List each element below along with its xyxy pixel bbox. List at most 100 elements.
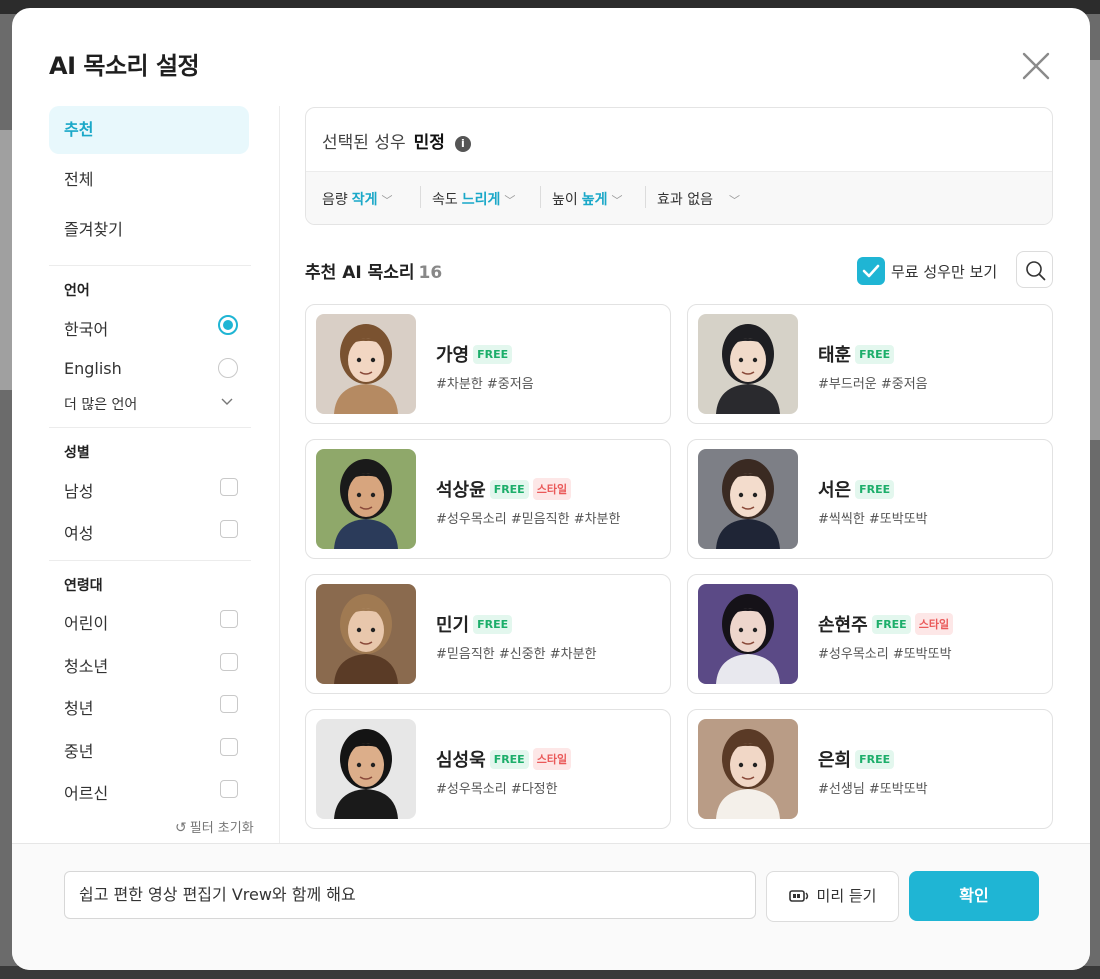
free-badge: FREE xyxy=(855,480,895,499)
param-divider xyxy=(645,186,646,208)
voice-tags: #씩씩한 #또박또박 xyxy=(818,512,928,527)
speed-dropdown[interactable]: 속도 느리게 ﹀ xyxy=(432,189,515,209)
sidebar-divider xyxy=(49,427,251,428)
voice-avatar xyxy=(698,449,798,549)
voice-name: 은희 xyxy=(818,750,852,771)
voice-avatar xyxy=(698,314,798,414)
close-button[interactable] xyxy=(1018,48,1054,84)
voice-name: 태훈 xyxy=(818,345,852,366)
voice-tags: #믿음직한 #신중한 #차분한 xyxy=(436,647,597,662)
voice-avatar xyxy=(698,584,798,684)
age-option-young-adult[interactable]: 청년 xyxy=(64,693,238,718)
voice-card[interactable]: 은희 FREE #선생님 #또박또박 xyxy=(687,709,1053,829)
param-label: 높이 xyxy=(552,192,578,208)
language-label: 한국어 xyxy=(64,320,109,339)
age-option-senior[interactable]: 어르신 xyxy=(64,778,238,803)
pitch-dropdown[interactable]: 높이 높게 ﹀ xyxy=(552,189,623,209)
language-radio-korean[interactable] xyxy=(218,315,238,335)
tab-favorites[interactable]: 즐겨찾기 xyxy=(49,206,249,254)
param-value: 느리게 xyxy=(461,192,501,208)
age-option-teen[interactable]: 청소년 xyxy=(64,651,238,676)
selected-voice-label: 선택된 성우 xyxy=(322,133,406,153)
reset-icon: ↺ xyxy=(175,820,187,836)
voice-name: 민기 xyxy=(436,615,470,636)
voice-count: 16 xyxy=(418,263,443,283)
age-heading: 연령대 xyxy=(64,578,103,594)
age-label: 어르신 xyxy=(64,784,109,803)
voice-tags: #성우목소리 #다정한 xyxy=(436,782,558,797)
free-badge: FREE xyxy=(489,480,529,499)
voice-name-row: 심성욱 FREE 스타일 xyxy=(436,746,572,772)
voice-tags: #선생님 #또박또박 xyxy=(818,782,928,797)
reset-filters-label: 필터 초기화 xyxy=(189,821,254,836)
age-checkbox-teen[interactable] xyxy=(220,653,238,671)
search-button[interactable] xyxy=(1016,251,1053,288)
voice-avatar xyxy=(316,314,416,414)
age-option-child[interactable]: 어린이 xyxy=(64,608,238,633)
info-icon[interactable]: i xyxy=(454,136,471,152)
gender-option-female[interactable]: 여성 xyxy=(64,518,238,543)
selected-voice-panel: 선택된 성우 민정 i 음량 작게 ﹀ 속도 느리게 ﹀ 높이 높게 ﹀ 효과 없음 ﹀ xyxy=(305,107,1053,225)
tab-all[interactable]: 전체 xyxy=(49,156,249,204)
language-option-korean[interactable]: 한국어 xyxy=(64,314,238,339)
voice-card[interactable]: 서은 FREE #씩씩한 #또박또박 xyxy=(687,439,1053,559)
more-languages-dropdown[interactable]: 더 많은 언어 xyxy=(64,394,238,414)
free-badge: FREE xyxy=(855,345,895,364)
age-option-middle-aged[interactable]: 중년 xyxy=(64,736,238,761)
preview-text-input[interactable]: 쉽고 편한 영상 편집기 Vrew와 함께 해요 xyxy=(64,871,756,919)
age-checkbox-middle-aged[interactable] xyxy=(220,738,238,756)
language-radio-english[interactable] xyxy=(218,358,238,378)
close-icon xyxy=(1022,52,1050,80)
param-label: 속도 xyxy=(432,192,458,208)
style-badge: 스타일 xyxy=(914,613,954,635)
tab-recommended[interactable]: 추천 xyxy=(49,106,249,154)
chevron-down-icon xyxy=(220,394,234,412)
chevron-down-icon: ﹀ xyxy=(728,194,740,207)
language-option-english[interactable]: English xyxy=(64,357,238,381)
speaker-icon xyxy=(788,874,811,923)
chevron-down-icon: ﹀ xyxy=(504,194,516,207)
preview-listen-button[interactable]: 미리 듣기 xyxy=(766,871,899,922)
sidebar-separator xyxy=(279,106,280,844)
volume-dropdown[interactable]: 음량 작게 ﹀ xyxy=(322,189,393,209)
chevron-down-icon: ﹀ xyxy=(611,194,623,207)
gender-option-male[interactable]: 남성 xyxy=(64,476,238,501)
voice-tags: #성우목소리 #또박또박 xyxy=(818,647,952,662)
search-icon xyxy=(1026,261,1046,281)
voice-name-row: 민기 FREE xyxy=(436,611,513,637)
more-languages-label: 더 많은 언어 xyxy=(64,397,138,413)
voice-tags: #부드러운 #중저음 xyxy=(818,377,928,392)
style-badge: 스타일 xyxy=(532,478,572,500)
gender-checkbox-male[interactable] xyxy=(220,478,238,496)
gender-checkbox-female[interactable] xyxy=(220,520,238,538)
confirm-button[interactable]: 확인 xyxy=(909,871,1039,921)
gender-heading: 성별 xyxy=(64,445,90,461)
reset-filters-button[interactable]: ↺ 필터 초기화 xyxy=(175,817,254,836)
age-checkbox-child[interactable] xyxy=(220,610,238,628)
free-only-label: 무료 성우만 보기 xyxy=(891,263,998,281)
free-badge: FREE xyxy=(473,615,513,634)
voice-avatar xyxy=(316,719,416,819)
free-badge: FREE xyxy=(855,750,895,769)
voice-name: 심성욱 xyxy=(436,750,486,771)
free-only-checkbox[interactable] xyxy=(857,257,885,285)
voice-card[interactable]: 심성욱 FREE 스타일 #성우목소리 #다정한 xyxy=(305,709,671,829)
voice-name-row: 은희 FREE xyxy=(818,746,895,772)
age-checkbox-senior[interactable] xyxy=(220,780,238,798)
age-label: 청소년 xyxy=(64,657,109,676)
voice-card[interactable]: 가영 FREE #차분한 #중저음 xyxy=(305,304,671,424)
param-label: 음량 xyxy=(322,192,348,208)
voice-card[interactable]: 민기 FREE #믿음직한 #신중한 #차분한 xyxy=(305,574,671,694)
ai-voice-settings-modal: AI 목소리 설정 추천 전체 즐겨찾기 언어 한국어 English 더 많은… xyxy=(12,8,1090,970)
voice-card[interactable]: 태훈 FREE #부드러운 #중저음 xyxy=(687,304,1053,424)
age-label: 청년 xyxy=(64,699,94,718)
voice-name-row: 손현주 FREE 스타일 xyxy=(818,611,954,637)
gender-label: 남성 xyxy=(64,482,94,501)
age-checkbox-young-adult[interactable] xyxy=(220,695,238,713)
modal-title: AI 목소리 설정 xyxy=(49,52,200,80)
voice-card[interactable]: 손현주 FREE 스타일 #성우목소리 #또박또박 xyxy=(687,574,1053,694)
effect-dropdown[interactable]: 효과 없음 ﹀ xyxy=(657,189,740,209)
voice-card[interactable]: 석상윤 FREE 스타일 #성우목소리 #믿음직한 #차분한 xyxy=(305,439,671,559)
selected-voice-name: 민정 xyxy=(413,133,445,153)
voice-avatar xyxy=(316,584,416,684)
